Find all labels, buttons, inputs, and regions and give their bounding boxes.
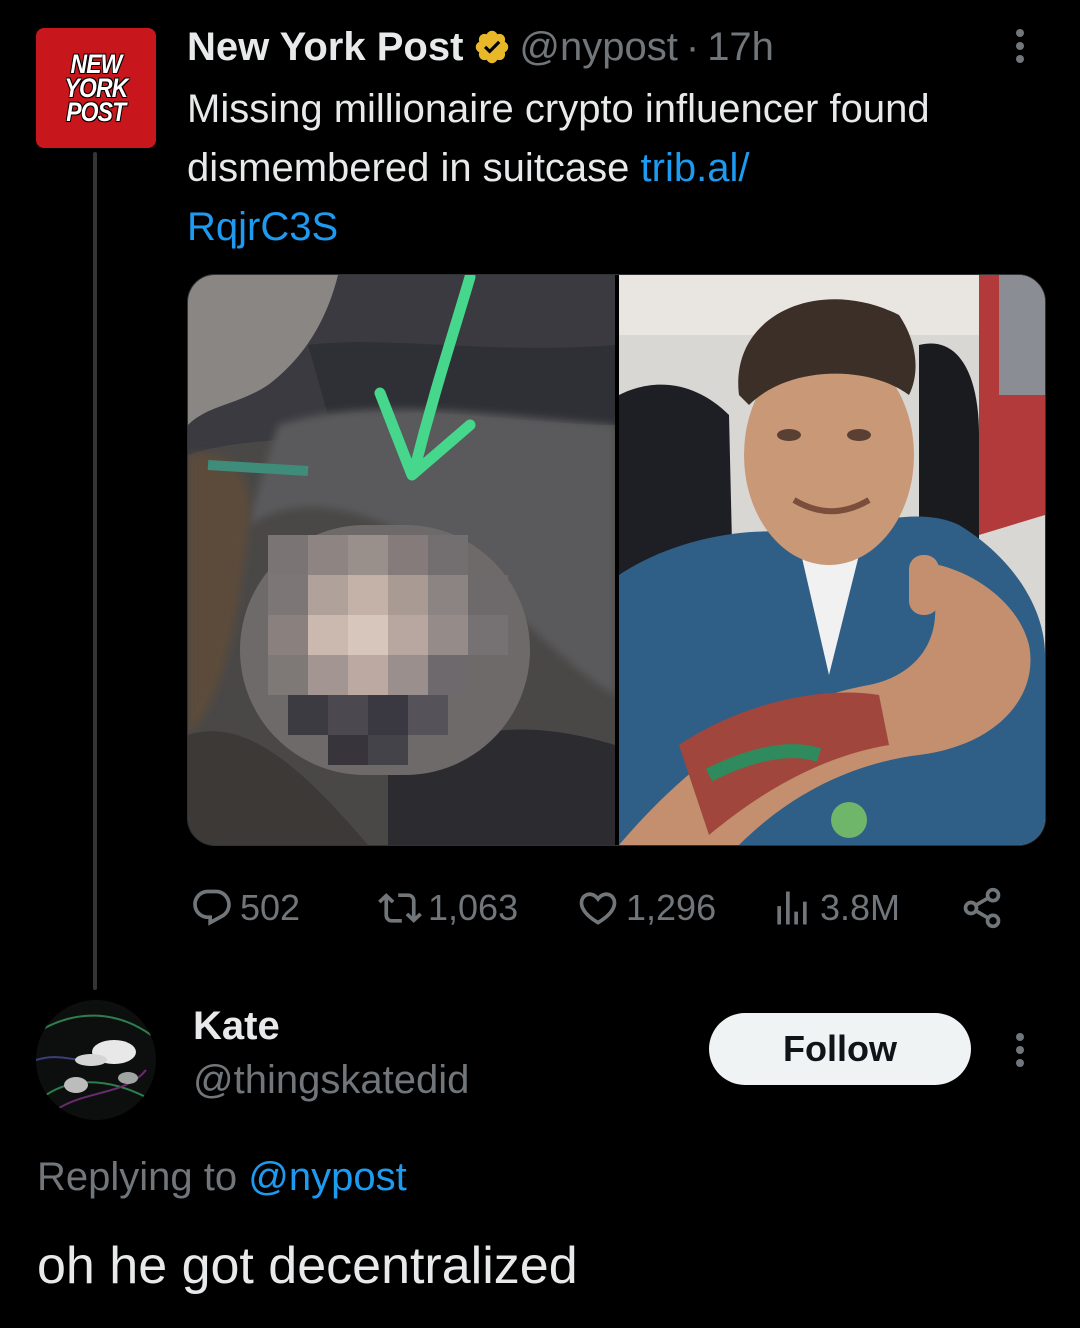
share-button[interactable] [960, 880, 1010, 936]
share-icon [963, 887, 1001, 929]
reply-author-name[interactable]: Kate [193, 1004, 280, 1049]
like-button[interactable]: 1,296 [576, 880, 716, 936]
more-options-icon[interactable] [998, 26, 1042, 66]
pixelated-crime-scene-photo[interactable] [188, 275, 619, 845]
kate-avatar-image [36, 1000, 156, 1120]
pixelation-mosaic [240, 525, 530, 775]
reply-icon [193, 889, 231, 926]
avatar[interactable] [36, 1000, 156, 1120]
author-handle[interactable]: @nypost [519, 25, 677, 70]
replying-to-label: Replying to [37, 1155, 249, 1199]
tweet-time[interactable]: 17h [707, 25, 774, 70]
heart-icon [579, 892, 617, 925]
nypost-avatar[interactable]: NEW YORK POST [36, 28, 156, 148]
thread-line [93, 152, 97, 990]
man-selfie-thumbs-up[interactable] [619, 275, 1045, 845]
replying-to-line: Replying to @nypost [37, 1155, 407, 1200]
repost-count: 1,063 [428, 887, 519, 928]
follow-button[interactable]: Follow [709, 1013, 971, 1085]
tweet-media[interactable] [187, 274, 1046, 846]
left-image-drawing [188, 275, 615, 845]
tweet-body: Missing millionaire crypto influencer fo… [187, 87, 930, 190]
tweet-header: New York Post @nypost · 17h [187, 24, 774, 70]
tweet-actions: 502 1,063 1,296 3.8M [190, 880, 1020, 936]
reply-text: oh he got decentralized [37, 1237, 578, 1295]
right-image-drawing [619, 275, 1045, 845]
repost-icon [378, 893, 422, 923]
reply-author-handle[interactable]: @thingskatedid [193, 1058, 469, 1103]
reply-count: 502 [240, 887, 301, 928]
tweet-text: Missing millionaire crypto influencer fo… [187, 80, 1017, 257]
logo-word-3: POST [66, 97, 126, 127]
like-count: 1,296 [626, 887, 717, 928]
author-display-name[interactable]: New York Post [187, 25, 463, 70]
views-button[interactable]: 3.8M [770, 880, 900, 936]
more-options-icon[interactable] [998, 1030, 1042, 1070]
gold-verified-icon[interactable] [473, 28, 511, 66]
views-chart-icon [777, 891, 807, 925]
replying-to-handle[interactable]: @nypost [248, 1155, 406, 1199]
reply-button[interactable]: 502 [190, 880, 300, 936]
repost-button[interactable]: 1,063 [378, 880, 518, 936]
time-separator: · [685, 24, 700, 69]
views-count: 3.8M [820, 887, 901, 928]
